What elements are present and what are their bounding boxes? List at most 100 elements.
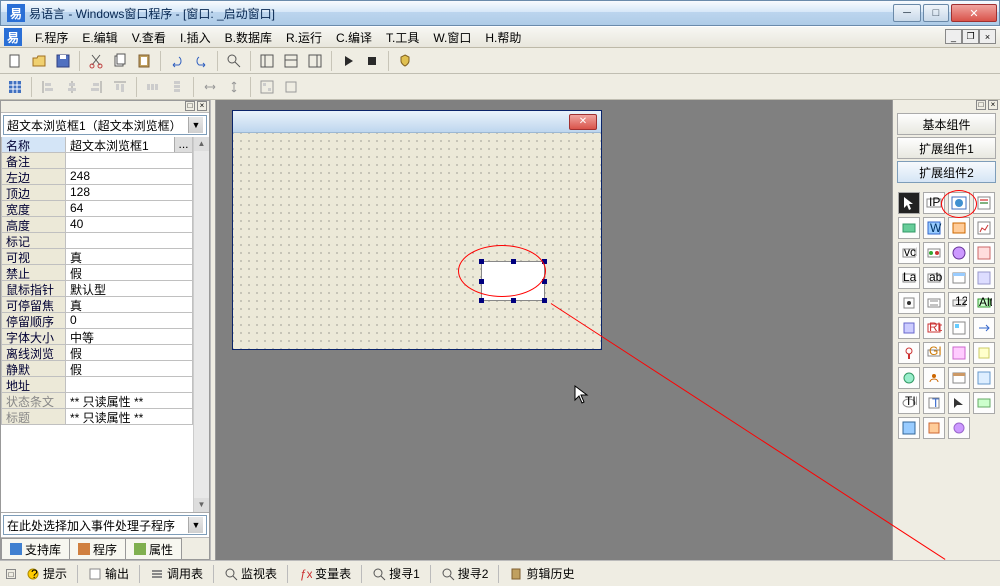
close-button[interactable]: ✕	[951, 4, 997, 22]
undo-button[interactable]	[166, 50, 188, 72]
property-value[interactable]: ** 只读属性 **	[66, 393, 193, 409]
lock-button[interactable]	[280, 76, 302, 98]
tool-h1[interactable]: TIP	[898, 392, 920, 414]
tool-b4[interactable]	[973, 242, 995, 264]
property-value[interactable]: 真	[66, 297, 193, 313]
tool-c4[interactable]	[973, 267, 995, 289]
tool-e2[interactable]: Rb	[923, 317, 945, 339]
tab-properties[interactable]: 属性	[125, 538, 182, 559]
redo-button[interactable]	[190, 50, 212, 72]
menu-database[interactable]: B.数据库	[218, 27, 279, 48]
tool-h4[interactable]	[973, 392, 995, 414]
tool-f4[interactable]	[973, 342, 995, 364]
property-row[interactable]: 可停留焦点真	[1, 297, 193, 313]
tool-b3[interactable]	[948, 242, 970, 264]
menu-help[interactable]: H.帮助	[478, 27, 528, 48]
same-width-button[interactable]	[199, 76, 221, 98]
tool-d4[interactable]: Alt	[973, 292, 995, 314]
align-right-button[interactable]	[85, 76, 107, 98]
property-row[interactable]: 可视真	[1, 249, 193, 265]
menu-program[interactable]: F.程序	[28, 27, 75, 48]
tool-e1[interactable]	[898, 317, 920, 339]
palette-close-button[interactable]: ×	[988, 100, 998, 110]
property-value[interactable]: 128	[66, 185, 193, 201]
property-browse-button[interactable]: ...	[174, 137, 192, 152]
tab-program[interactable]: 程序	[69, 538, 126, 559]
property-row[interactable]: 宽度64	[1, 201, 193, 217]
tool-richtext[interactable]	[973, 192, 995, 214]
property-row[interactable]: 状态条文本** 只读属性 **	[1, 393, 193, 409]
property-grid[interactable]: 名称超文本浏览框1...备注左边248顶边128宽度64高度40标记可视真禁止假…	[1, 137, 193, 512]
form-close-button[interactable]: ✕	[569, 114, 597, 130]
layout3-button[interactable]	[304, 50, 326, 72]
tool-i3[interactable]	[948, 417, 970, 439]
property-value[interactable]: 248	[66, 169, 193, 185]
palette-tab-ext2[interactable]: 扩展组件2	[897, 161, 996, 183]
palette-tab-ext1[interactable]: 扩展组件1	[897, 137, 996, 159]
menu-tools[interactable]: T.工具	[379, 27, 426, 48]
align-left-button[interactable]	[37, 76, 59, 98]
menu-insert[interactable]: I.插入	[173, 27, 218, 48]
tool-g2[interactable]	[923, 367, 945, 389]
tool-d2[interactable]	[923, 292, 945, 314]
tool-g1[interactable]	[898, 367, 920, 389]
copy-button[interactable]	[109, 50, 131, 72]
panel-pin-button[interactable]: □	[185, 101, 195, 111]
bottom-tab-cliphistory[interactable]: 剪辑历史	[503, 563, 580, 584]
palette-tab-basic[interactable]: 基本组件	[897, 113, 996, 135]
tab-order-button[interactable]	[256, 76, 278, 98]
property-value[interactable]	[66, 233, 193, 249]
tool-f2[interactable]: GIF	[923, 342, 945, 364]
minimize-button[interactable]: ─	[893, 4, 921, 22]
property-row[interactable]: 地址	[1, 377, 193, 393]
save-button[interactable]	[52, 50, 74, 72]
bottom-tab-callstack[interactable]: 调用表	[144, 563, 209, 584]
tool-i2[interactable]	[923, 417, 945, 439]
paste-button[interactable]	[133, 50, 155, 72]
menu-edit[interactable]: E.编辑	[75, 27, 124, 48]
property-value[interactable]	[66, 377, 193, 393]
property-row[interactable]: 名称超文本浏览框1...	[1, 137, 193, 153]
align-center-button[interactable]	[61, 76, 83, 98]
cut-button[interactable]	[85, 50, 107, 72]
panel-close-button[interactable]: ×	[197, 101, 207, 111]
distribute-h-button[interactable]	[142, 76, 164, 98]
open-button[interactable]	[28, 50, 50, 72]
property-row[interactable]: 备注	[1, 153, 193, 169]
bottom-collapse-button[interactable]: □	[6, 569, 16, 579]
layout2-button[interactable]	[280, 50, 302, 72]
property-value[interactable]: 0	[66, 313, 193, 329]
menu-run[interactable]: R.运行	[279, 27, 329, 48]
tool-d1[interactable]	[898, 292, 920, 314]
tool-pointer[interactable]	[898, 192, 920, 214]
bottom-tab-search2[interactable]: 搜寻2	[435, 563, 495, 584]
bottom-tab-vars[interactable]: ƒx变量表	[292, 563, 357, 584]
tool-e3[interactable]	[948, 317, 970, 339]
scrollbar-v[interactable]	[193, 137, 209, 512]
grid-button[interactable]	[4, 76, 26, 98]
tool-b2[interactable]	[923, 242, 945, 264]
property-row[interactable]: 停留顺序0	[1, 313, 193, 329]
tool-f3[interactable]	[948, 342, 970, 364]
find-button[interactable]	[223, 50, 245, 72]
tool-a2[interactable]: W	[923, 217, 945, 239]
tool-i1[interactable]	[898, 417, 920, 439]
property-row[interactable]: 标记	[1, 233, 193, 249]
property-value[interactable]: 超文本浏览框1...	[66, 137, 193, 153]
property-value[interactable]: 假	[66, 361, 193, 377]
palette-pin-button[interactable]: □	[976, 100, 986, 110]
new-button[interactable]	[4, 50, 26, 72]
same-height-button[interactable]	[223, 76, 245, 98]
stop-button[interactable]	[361, 50, 383, 72]
tool-a1[interactable]	[898, 217, 920, 239]
align-top-button[interactable]	[109, 76, 131, 98]
tool-g3[interactable]	[948, 367, 970, 389]
property-row[interactable]: 静默假	[1, 361, 193, 377]
tool-d3[interactable]: 123	[948, 292, 970, 314]
run-button[interactable]	[337, 50, 359, 72]
property-row[interactable]: 高度40	[1, 217, 193, 233]
bottom-tab-watch[interactable]: 监视表	[218, 563, 283, 584]
layout1-button[interactable]	[256, 50, 278, 72]
knowledge-button[interactable]	[394, 50, 416, 72]
property-row[interactable]: 顶边128	[1, 185, 193, 201]
